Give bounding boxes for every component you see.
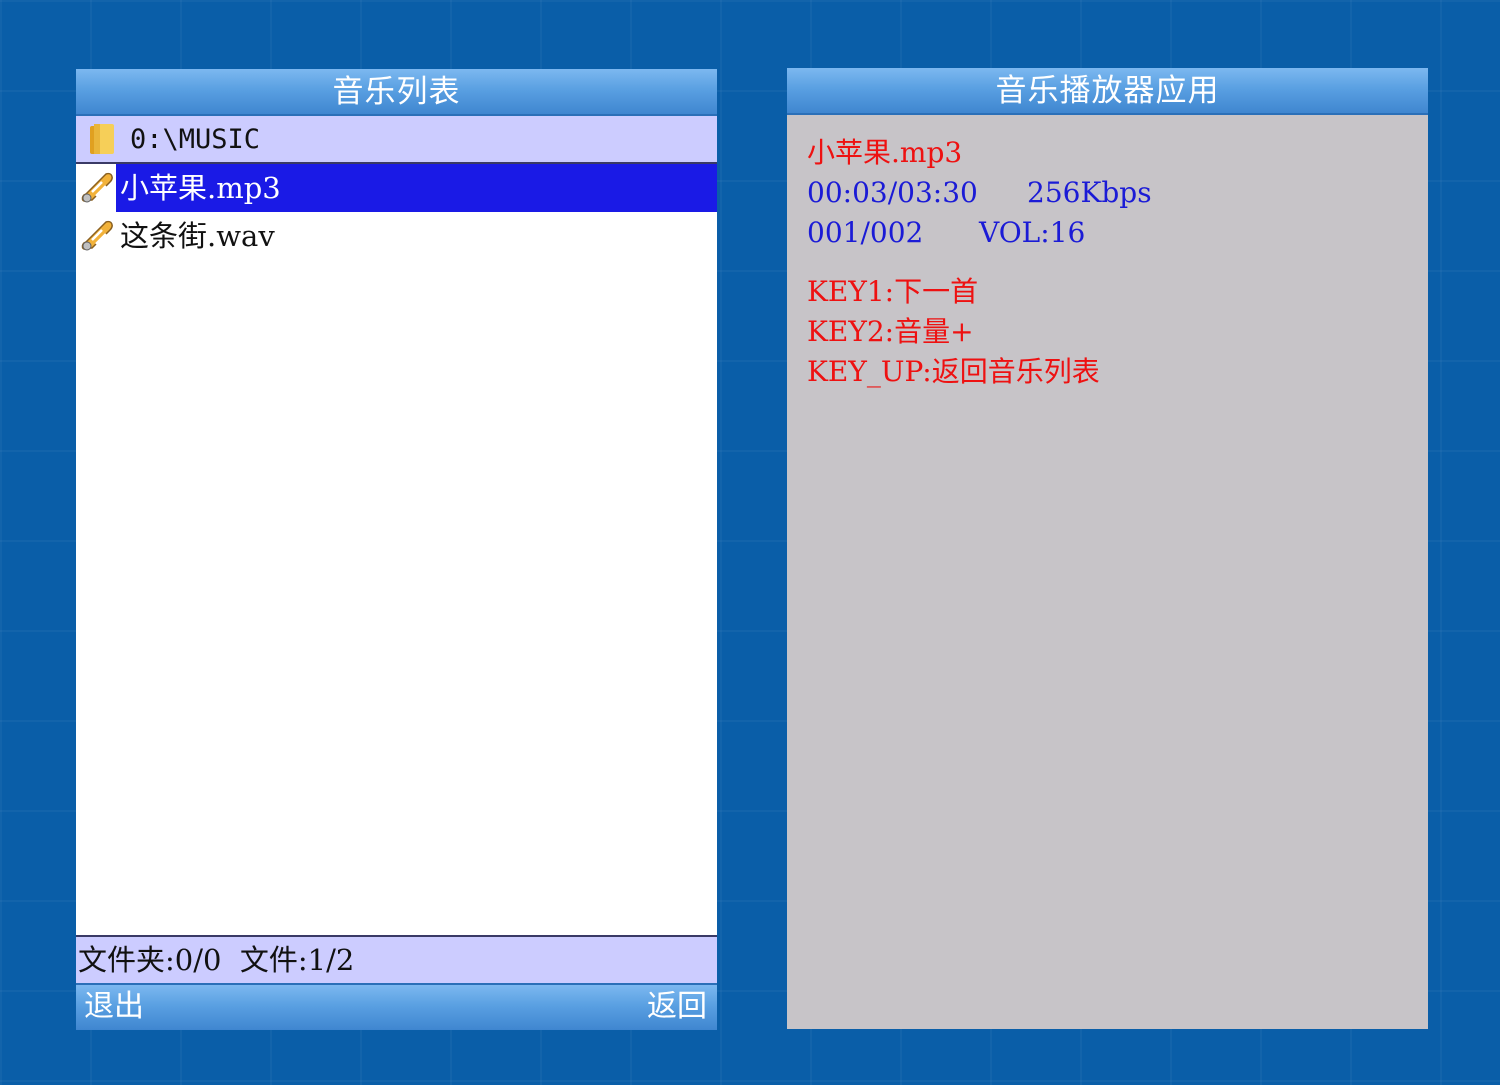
key-up-hint: KEY_UP:返回音乐列表 (807, 355, 1100, 388)
file-name: 小苹果.mp3 (116, 164, 717, 212)
music-note-icon (81, 172, 113, 203)
bitrate: 256Kbps (1027, 176, 1152, 209)
player-title: 音乐播放器应用 (787, 68, 1428, 115)
exit-button[interactable]: 退出 (84, 985, 144, 1029)
key1-hint: KEY1:下一首 (807, 275, 979, 308)
bottom-action-bar: 退出 返回 (76, 983, 717, 1030)
file-row-zhetiaojie[interactable]: 这条街.wav (76, 212, 717, 260)
back-button[interactable]: 返回 (647, 985, 707, 1029)
volume-level: VOL:16 (979, 216, 1086, 249)
file-row-xiaopingguo[interactable]: 小苹果.mp3 (76, 164, 717, 212)
playback-time: 00:03/03:30 (807, 176, 978, 209)
music-list-title: 音乐列表 (76, 69, 717, 116)
file-list: 小苹果.mp3 这条街.wav (76, 164, 717, 260)
music-player-panel: 音乐播放器应用 小苹果.mp3 00:03/03:30 256Kbps 001/… (787, 68, 1428, 1029)
folder-file-count-status: 文件夹:0/0 文件:1/2 (76, 935, 717, 983)
folder-icon (90, 124, 114, 154)
current-path: 0:\MUSIC (130, 124, 261, 155)
music-list-panel: 音乐列表 0:\MUSIC 小苹果.mp3 这条街.wav 文件夹:0/0 文件… (76, 69, 717, 1030)
current-path-row[interactable]: 0:\MUSIC (76, 116, 717, 164)
key2-hint: KEY2:音量+ (807, 315, 974, 348)
music-note-icon (81, 220, 113, 251)
track-name: 小苹果.mp3 (807, 136, 963, 169)
file-name: 这条街.wav (120, 219, 275, 253)
track-index: 001/002 (807, 216, 924, 249)
